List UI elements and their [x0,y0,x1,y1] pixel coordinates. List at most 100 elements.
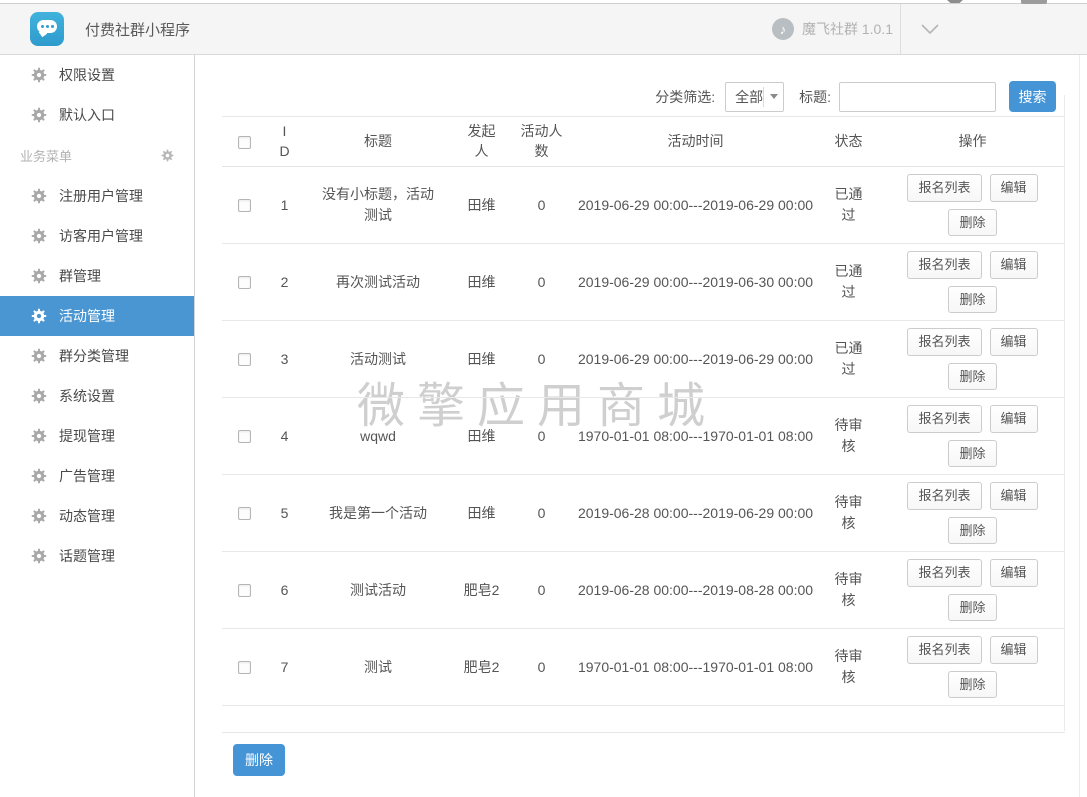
gear-icon [31,548,47,564]
header-time: 活动时间 [574,117,817,167]
row-checkbox[interactable] [238,276,251,289]
sidebar-item-label: 群管理 [59,266,101,286]
cell-title: 我是第一个活动 [329,503,427,524]
header-id: ID [278,121,291,162]
cell-initiator: 田维 [464,503,500,523]
signup-list-button[interactable]: 报名列表 [907,559,981,587]
cell-title: 活动测试 [350,349,406,370]
table-row: 6 测试活动 肥皂2 0 2019-06-28 00:00---2019-08-… [222,552,1065,629]
cell-participants: 0 [509,167,574,244]
sidebar-item-label: 访客用户管理 [59,226,143,246]
cell-actions: 报名列表 编辑 删除 [880,552,1065,629]
title-search-input[interactable] [839,82,996,112]
cell-actions: 报名列表 编辑 删除 [880,475,1065,552]
cell-time: 2019-06-28 00:00---2019-08-28 00:00 [574,552,817,629]
gear-icon [31,508,47,524]
sidebar-item[interactable]: 话题管理 [0,536,194,576]
edit-button[interactable]: 编辑 [990,636,1038,664]
edit-button[interactable]: 编辑 [990,328,1038,356]
signup-list-button[interactable]: 报名列表 [907,482,981,510]
sidebar-item-label: 注册用户管理 [59,186,143,206]
delete-row-button[interactable]: 删除 [948,671,996,699]
delete-row-button[interactable]: 删除 [948,209,996,237]
cell-time: 1970-01-01 08:00---1970-01-01 08:00 [574,398,817,475]
edit-button[interactable]: 编辑 [990,482,1038,510]
cell-time: 1970-01-01 08:00---1970-01-01 08:00 [574,629,817,706]
cell-title: 测试活动 [350,580,406,601]
cell-id: 5 [267,475,302,552]
edit-button[interactable]: 编辑 [990,174,1038,202]
row-checkbox[interactable] [238,507,251,520]
row-checkbox[interactable] [238,584,251,597]
signup-list-button[interactable]: 报名列表 [907,174,981,202]
select-all-checkbox[interactable] [238,136,251,149]
sidebar-item[interactable]: 活动管理 [0,296,194,336]
sidebar-item[interactable]: 广告管理 [0,456,194,496]
sidebar-item[interactable]: 访客用户管理 [0,216,194,256]
edit-button[interactable]: 编辑 [990,251,1038,279]
sidebar-item[interactable]: 权限设置 [0,55,194,95]
sidebar-item[interactable]: 系统设置 [0,376,194,416]
sidebar-item-label: 提现管理 [59,426,115,446]
search-button[interactable]: 搜索 [1009,81,1056,112]
row-checkbox[interactable] [238,661,251,674]
cell-participants: 0 [509,321,574,398]
header-actions: 操作 [880,117,1065,167]
row-checkbox[interactable] [238,199,251,212]
gear-icon [31,268,47,284]
header-collapse-toggle[interactable] [901,4,1087,54]
cell-status: 已通过 [831,261,867,302]
cell-actions: 报名列表 编辑 删除 [880,244,1065,321]
gear-icon [31,107,47,123]
cell-time: 2019-06-29 00:00---2019-06-30 00:00 [574,244,817,321]
sidebar-item[interactable]: 提现管理 [0,416,194,456]
cell-id: 7 [267,629,302,706]
sidebar: 权限设置默认入口业务菜单注册用户管理访客用户管理群管理活动管理群分类管理系统设置… [0,55,195,797]
sidebar-item[interactable]: 动态管理 [0,496,194,536]
delete-row-button[interactable]: 删除 [948,440,996,468]
signup-list-button[interactable]: 报名列表 [907,251,981,279]
delete-row-button[interactable]: 删除 [948,594,996,622]
sidebar-item[interactable]: 群分类管理 [0,336,194,376]
header-status: 状态 [817,117,880,167]
cell-participants: 0 [509,244,574,321]
cell-status: 待审核 [831,569,867,610]
cell-actions: 报名列表 编辑 删除 [880,629,1065,706]
sidebar-item[interactable]: 默认入口 [0,95,194,135]
delete-row-button[interactable]: 删除 [948,363,996,391]
cell-actions: 报名列表 编辑 删除 [880,398,1065,475]
delete-row-button[interactable]: 删除 [948,517,996,545]
activities-table: ID 标题 发起人 活动人数 活动时间 状态 操作 1 没有小标题，活动测试 田… [222,116,1065,706]
delete-row-button[interactable]: 删除 [948,286,996,314]
gear-icon [31,388,47,404]
gear-icon [31,308,47,324]
row-checkbox[interactable] [238,353,251,366]
table-row: 5 我是第一个活动 田维 0 2019-06-28 00:00---2019-0… [222,475,1065,552]
cell-status: 已通过 [831,184,867,225]
sidebar-section: 业务菜单 [0,135,194,176]
cell-id: 4 [267,398,302,475]
signup-list-button[interactable]: 报名列表 [907,328,981,356]
sidebar-item[interactable]: 注册用户管理 [0,176,194,216]
sidebar-item-label: 系统设置 [59,386,115,406]
sidebar-section-label: 业务菜单 [20,146,72,165]
edit-button[interactable]: 编辑 [990,405,1038,433]
app-logo-chat-bubble-icon [30,12,64,46]
cell-id: 3 [267,321,302,398]
cell-id: 6 [267,552,302,629]
row-checkbox[interactable] [238,430,251,443]
cell-title: wqwd [360,426,396,447]
cell-participants: 0 [509,475,574,552]
cell-initiator: 田维 [464,195,500,215]
signup-list-button[interactable]: 报名列表 [907,405,981,433]
edit-button[interactable]: 编辑 [990,559,1038,587]
signup-list-button[interactable]: 报名列表 [907,636,981,664]
bulk-delete-button[interactable]: 删除 [233,744,285,776]
category-select[interactable]: 全部 [725,82,784,112]
header-initiator: 发起人 [465,121,498,162]
header-title: 标题 [302,117,454,167]
sidebar-item[interactable]: 群管理 [0,256,194,296]
gear-icon [31,188,47,204]
brand-version-text: 魔飞社群 1.0.1 [802,19,893,39]
gear-icon [161,149,174,162]
